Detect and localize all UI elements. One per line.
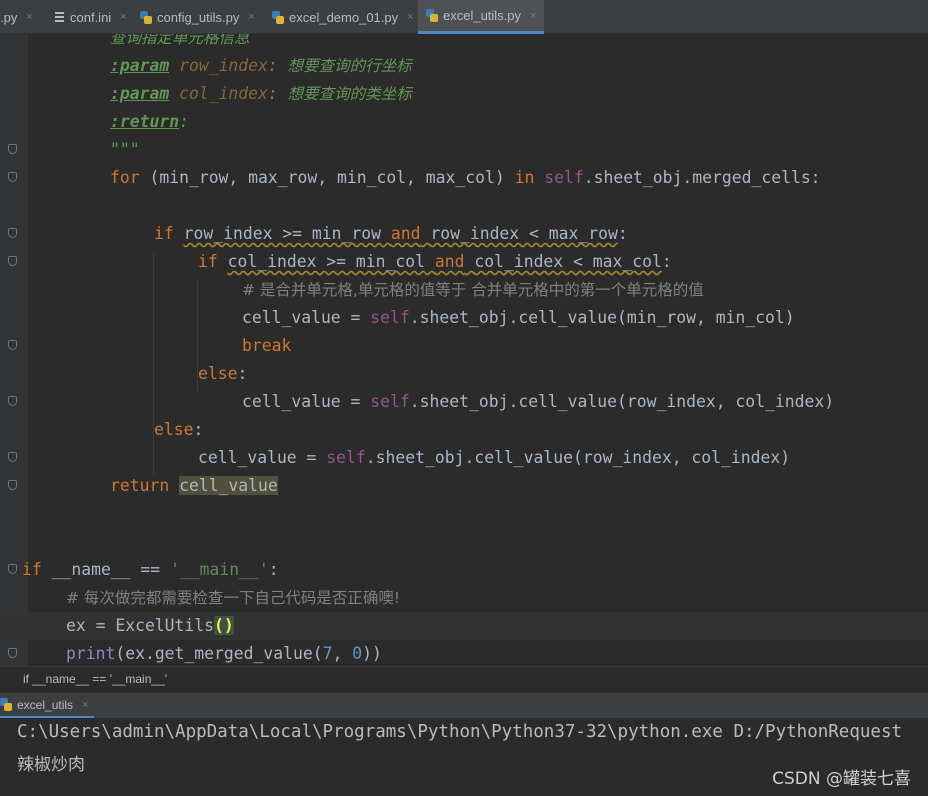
tab-config-utils[interactable]: config_utils.py × [136,0,259,34]
tab-label: .py [0,9,18,25]
run-tool-window-header: excel_utils × [0,692,928,718]
console-output-line: 辣椒炒肉 [17,755,85,775]
code-line: print(ex.get_merged_value(7, 0)) [66,644,382,663]
code-line: return cell_value [110,476,278,495]
tab-label: conf.ini [70,9,112,25]
close-icon[interactable]: × [26,11,32,23]
close-icon[interactable]: × [530,10,536,22]
ini-file-icon [54,11,65,23]
tab-file-py[interactable]: .py × [0,0,39,34]
code-line: :param col_index: 想要查询的类坐标 [110,84,412,103]
code-line: 查询指定单元格信息 [0,34,928,52]
watermark: CSDN @罐装七喜 [772,769,911,789]
tab-label: excel_demo_01.py [289,9,399,25]
python-file-icon [426,9,438,22]
breadcrumb-item[interactable]: if __name__ == '__main__' [23,672,167,686]
editor-tab-bar: .py × conf.ini × config_utils.py × excel… [0,0,928,34]
doc-param-desc: 想要查询的行坐标 [287,57,412,75]
highlighted-identifier: cell_value [179,476,278,495]
python-file-icon [140,10,152,24]
code-line: cell_value = self.sheet_obj.cell_value(r… [242,392,835,411]
code-line: # 是合并单元格,单元格的值等于 合并单元格中的第一个单元格的值 [0,276,928,304]
python-file-icon [0,698,12,711]
code-line: cell_value = self.sheet_obj.cell_value(r… [198,448,791,467]
doc-tag: :param [110,56,170,75]
close-icon[interactable]: × [120,11,126,23]
code-comment: # 每次做完都需要检查一下自己代码是否正确噢! [66,589,401,607]
code-line: for (min_row, max_row, min_col, max_col)… [110,168,821,187]
code-editor[interactable]: 查询指定单元格信息 :param row_index: 想要查询的行坐标 :pa… [0,34,928,666]
code-line: else: [198,364,248,383]
python-file-icon [272,10,284,24]
code-line: if col_index >= min_col and col_index < … [198,252,672,271]
code-line: # 每次做完都需要检查一下自己代码是否正确噢! [0,584,928,612]
code-line: if row_index >= min_row and row_index < … [154,224,628,243]
doc-tag: :param [110,84,170,103]
docstring-text: 查询指定单元格信息 [110,34,250,47]
doc-param-desc: 想要查询的类坐标 [287,85,412,103]
code-line: else: [154,420,204,439]
tab-label: config_utils.py [157,9,240,25]
code-line: if __name__ == '__main__': [22,560,279,579]
close-icon[interactable]: × [82,699,88,711]
code-line: """ [0,136,928,164]
doc-tag: :return [110,112,180,131]
close-icon[interactable]: × [248,11,254,23]
matched-parentheses: () [214,616,234,635]
breadcrumb[interactable]: if __name__ == '__main__' [0,666,928,692]
tab-excel-utils[interactable]: excel_utils.py × [418,0,545,34]
tab-conf-ini[interactable]: conf.ini × [50,0,131,34]
code-line: :param row_index: 想要查询的行坐标 [110,56,412,75]
console-command-line: C:\Users\admin\AppData\Local\Programs\Py… [17,722,903,742]
run-tab-excel-utils[interactable]: excel_utils × [0,693,95,718]
docstring-close: """ [110,140,140,159]
close-icon[interactable]: × [407,11,413,23]
code-line: :return: [110,112,189,131]
current-code-line: ex = ExcelUtils() [0,612,928,640]
run-tab-label: excel_utils [17,697,74,712]
code-comment: # 是合并单元格,单元格的值等于 合并单元格中的第一个单元格的值 [242,281,704,299]
code-line: cell_value = self.sheet_obj.cell_value(m… [242,308,795,327]
tab-excel-demo-01[interactable]: excel_demo_01.py × [268,0,418,34]
doc-param-name: col_index [179,84,268,103]
doc-param-name: row_index [179,56,268,75]
code-line: break [242,336,292,355]
tab-label: excel_utils.py [443,8,522,23]
